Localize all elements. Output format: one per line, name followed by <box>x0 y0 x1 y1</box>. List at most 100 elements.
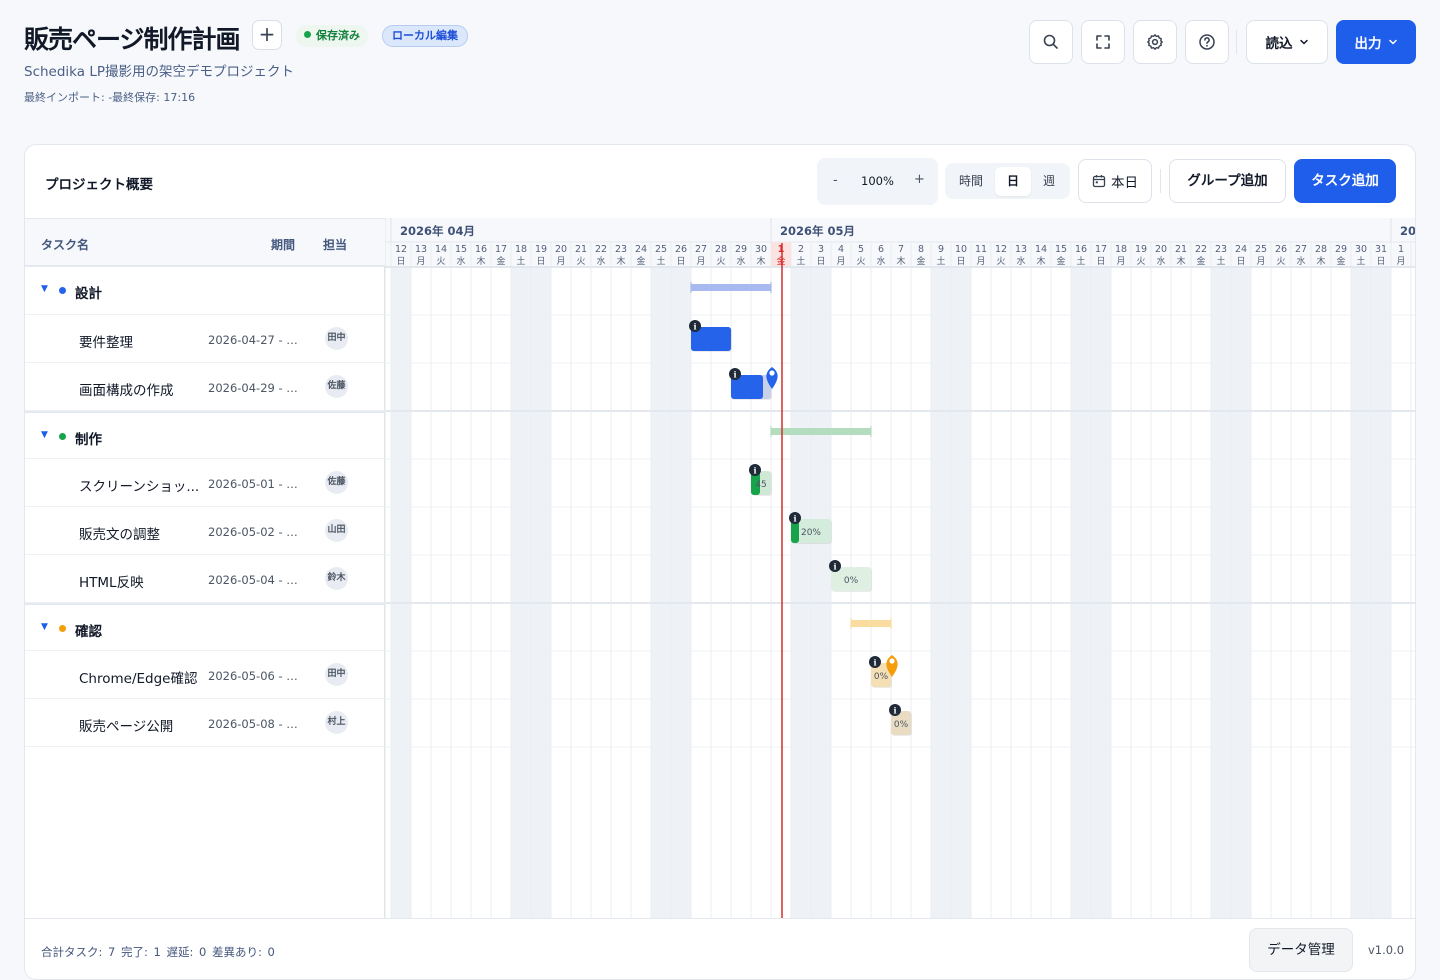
group-name: 確認 <box>75 624 102 640</box>
avatar: 山田 <box>325 519 348 542</box>
task-list: ▼ 設計 要件整理 2026-04-27 - 20... 田中 画面構成の作成 … <box>25 267 385 918</box>
settings-button[interactable] <box>1133 20 1177 64</box>
weekday-label: 月 <box>976 256 985 267</box>
info-icon-glyph: i <box>733 370 736 380</box>
task-row[interactable]: 販売ページ公開 2026-05-08 - 20... 村上 <box>25 699 385 747</box>
weekday-label: 土 <box>1076 255 1085 267</box>
day-number-label: 14 <box>435 244 447 255</box>
day-number-label: 23 <box>615 244 627 255</box>
group-color-dot <box>59 433 66 440</box>
column-header-period: 期間 <box>271 238 296 252</box>
weekday-label: 土 <box>656 255 665 267</box>
group-summary-bar <box>851 620 891 627</box>
info-icon-glyph: i <box>873 658 876 668</box>
month-label: 202 <box>1400 224 1416 238</box>
caret-down-icon[interactable]: ▼ <box>41 284 48 294</box>
day-number-label: 8 <box>918 244 924 255</box>
group-row-production[interactable]: ▼ 制作 <box>25 411 385 459</box>
gantt-timeline[interactable]: 2026年 04月2026年 05月20212日13月14火15水16木17金1… <box>385 218 1416 918</box>
today-button[interactable]: 本日 <box>1078 159 1152 203</box>
day-number-label: 27 <box>695 244 707 255</box>
add-group-button[interactable]: グループ追加 <box>1169 159 1286 203</box>
day-number-label: 15 <box>455 244 467 255</box>
task-row[interactable]: Chrome/Edge確認 2026-05-06 - 20... 田中 <box>25 651 385 699</box>
group-name: 制作 <box>75 432 102 448</box>
day-number-label: 19 <box>1135 244 1147 255</box>
weekday-label: 木 <box>1036 255 1045 267</box>
group-summary-bar <box>691 284 771 291</box>
weekday-label: 土 <box>516 255 525 267</box>
day-number-label: 24 <box>1235 244 1247 255</box>
day-number-label: 27 <box>1295 244 1307 255</box>
task-progress-label: 0% <box>874 672 889 682</box>
day-number-label: 10 <box>955 244 967 255</box>
weekend-column <box>531 267 551 918</box>
group-row-design[interactable]: ▼ 設計 <box>25 267 385 315</box>
task-row[interactable]: HTML反映 2026-05-04 - 20... 鈴木 <box>25 555 385 603</box>
import-label: 読込 <box>1265 36 1293 52</box>
weekday-label: 月 <box>416 256 425 267</box>
zoom-in-button[interactable]: + <box>914 172 925 187</box>
zoom-out-button[interactable]: - <box>833 173 838 188</box>
weekday-label: 木 <box>1316 255 1325 267</box>
view-week[interactable]: 週 <box>1032 167 1066 196</box>
task-name: 販売ページ公開 <box>79 719 174 735</box>
task-progress-label: 20% <box>801 528 821 538</box>
help-button[interactable] <box>1185 20 1229 64</box>
weekday-label: 水 <box>736 255 745 267</box>
weekend-column <box>511 267 531 918</box>
gantt-chart[interactable]: 2026年 04月2026年 05月20212日13月14火15水16木17金1… <box>385 218 1416 918</box>
caret-down-icon[interactable]: ▼ <box>41 430 48 440</box>
weekday-label: 日 <box>816 256 825 267</box>
local-edit-badge: ローカル編集 <box>382 25 468 47</box>
group-row-review[interactable]: ▼ 確認 <box>25 603 385 651</box>
weekday-label: 日 <box>1096 256 1105 267</box>
day-number-label: 20 <box>1155 244 1167 255</box>
info-icon-glyph: i <box>693 322 696 332</box>
weekday-label: 水 <box>596 255 605 267</box>
group-summary-bar <box>771 428 871 435</box>
project-overview-card: プロジェクト概要 - 100% + 時間 日 週 本日 グループ追加 タスク追加… <box>24 144 1416 980</box>
task-row[interactable]: 要件整理 2026-04-27 - 20... 田中 <box>25 315 385 363</box>
save-meta: 最終インポート: -最終保存: 17:16 <box>24 91 196 104</box>
page-subtitle: Schedika LP撮影用の架空デモプロジェクト <box>24 64 294 80</box>
weekday-label: 日 <box>396 256 405 267</box>
caret-down-icon[interactable]: ▼ <box>41 622 48 632</box>
weekday-label: 火 <box>436 256 445 267</box>
view-day[interactable]: 日 <box>995 167 1031 196</box>
day-number-label: 17 <box>495 244 507 255</box>
task-row[interactable]: スクリーンショッ... 2026-05-01 - 20... 佐藤 <box>25 459 385 507</box>
export-button[interactable]: 出力 <box>1336 20 1416 64</box>
weekend-column <box>931 267 951 918</box>
fullscreen-button[interactable] <box>1081 20 1125 64</box>
task-row[interactable]: 販売文の調整 2026-05-02 - 20... 山田 <box>25 507 385 555</box>
task-period: 2026-05-01 - 20... <box>208 477 304 491</box>
group-color-dot <box>59 625 66 632</box>
day-number-label: 29 <box>1335 244 1347 255</box>
weekday-label: 水 <box>1016 255 1025 267</box>
add-project-button[interactable]: + <box>252 20 282 50</box>
data-management-button[interactable]: データ管理 <box>1249 928 1353 972</box>
search-button[interactable] <box>1029 20 1073 64</box>
weekday-label: 土 <box>1216 255 1225 267</box>
status-dot <box>304 31 311 38</box>
calendar-icon <box>1092 175 1106 188</box>
task-period: 2026-05-06 - 20... <box>208 669 304 683</box>
weekday-label: 木 <box>756 255 765 267</box>
export-label: 出力 <box>1354 36 1382 52</box>
add-task-button[interactable]: タスク追加 <box>1294 159 1396 203</box>
task-row[interactable]: 画面構成の作成 2026-04-29 - 20... 佐藤 <box>25 363 385 411</box>
view-hour[interactable]: 時間 <box>954 167 988 196</box>
avatar: 田中 <box>325 663 348 686</box>
weekday-label: 火 <box>1276 256 1285 267</box>
weekend-column <box>671 267 691 918</box>
weekday-label: 木 <box>476 255 485 267</box>
task-name: 要件整理 <box>79 335 133 351</box>
weekend-column <box>811 267 831 918</box>
day-number-label: 26 <box>675 244 687 255</box>
avatar: 佐藤 <box>325 375 348 398</box>
weekday-label: 木 <box>616 255 625 267</box>
day-number-label: 9 <box>938 244 944 255</box>
import-button[interactable]: 読込 <box>1246 20 1328 64</box>
pin-icon-dot <box>889 658 895 664</box>
